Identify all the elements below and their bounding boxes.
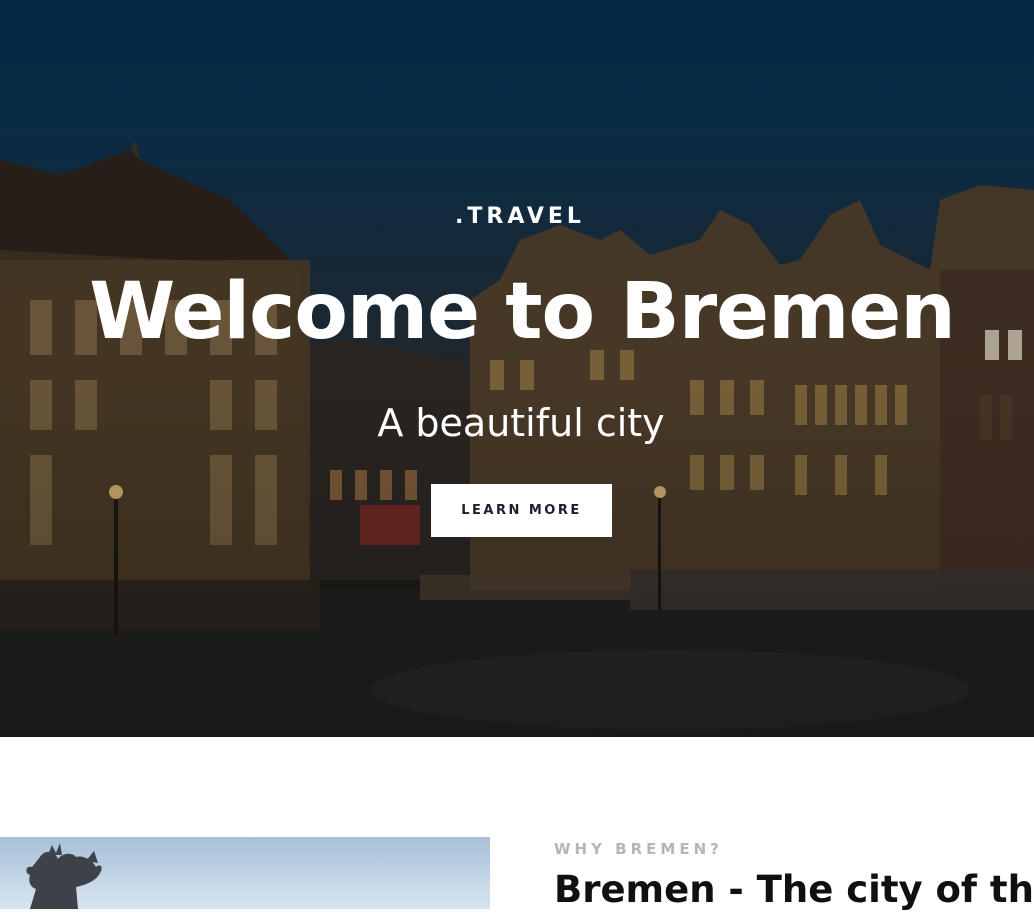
about-eyebrow: WHY BREMEN? — [554, 840, 723, 858]
hero-subtitle: A beautiful city — [377, 401, 665, 445]
hero-section: .TRAVEL Welcome to Bremen A beautiful ci… — [0, 0, 1034, 737]
learn-more-button[interactable]: LEARN MORE — [431, 484, 612, 537]
hero-overlay — [0, 0, 1034, 737]
rooster-statue-image — [0, 837, 490, 909]
rooster-statue-icon — [26, 843, 102, 909]
about-title: Bremen - The city of the — [554, 868, 1034, 911]
hero-eyebrow: .TRAVEL — [455, 204, 585, 229]
hero-title: Welcome to Bremen — [89, 267, 956, 357]
